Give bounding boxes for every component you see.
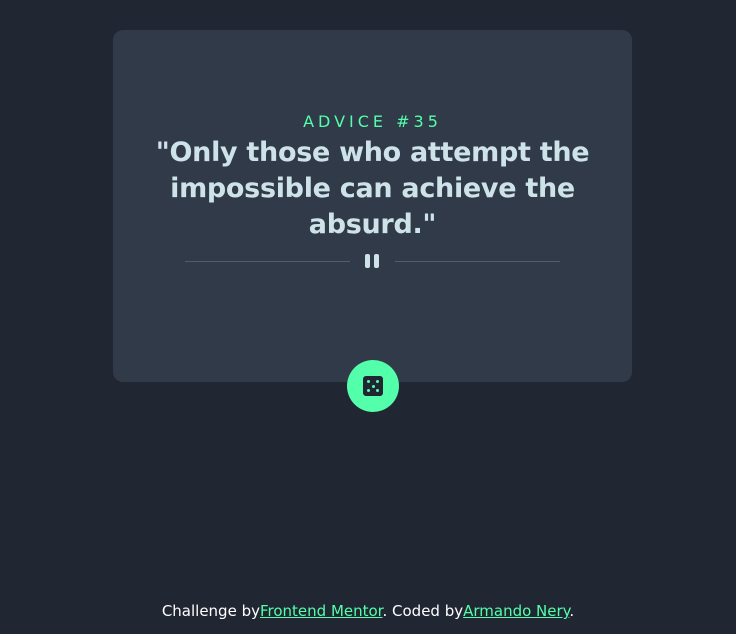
divider [185, 252, 560, 270]
dice-icon [363, 376, 383, 396]
author-link[interactable]: Armando Nery [463, 602, 569, 620]
pause-icon [363, 254, 383, 268]
divider-line-left [185, 261, 350, 262]
frontend-mentor-link[interactable]: Frontend Mentor [260, 602, 383, 620]
attribution: Challenge byFrontend Mentor. Coded byArm… [0, 602, 736, 620]
advice-quote: "Only those who attempt the impossible c… [155, 137, 590, 240]
coded-prefix: . Coded by [382, 602, 464, 620]
new-advice-button[interactable] [347, 360, 399, 412]
advice-card: ADVICE #35 "Only those who attempt the i… [113, 30, 632, 382]
advice-number-label: ADVICE #35 [303, 112, 442, 131]
challenge-prefix: Challenge by [161, 602, 260, 620]
divider-line-right [395, 261, 560, 262]
footer-suffix: . [569, 602, 575, 620]
